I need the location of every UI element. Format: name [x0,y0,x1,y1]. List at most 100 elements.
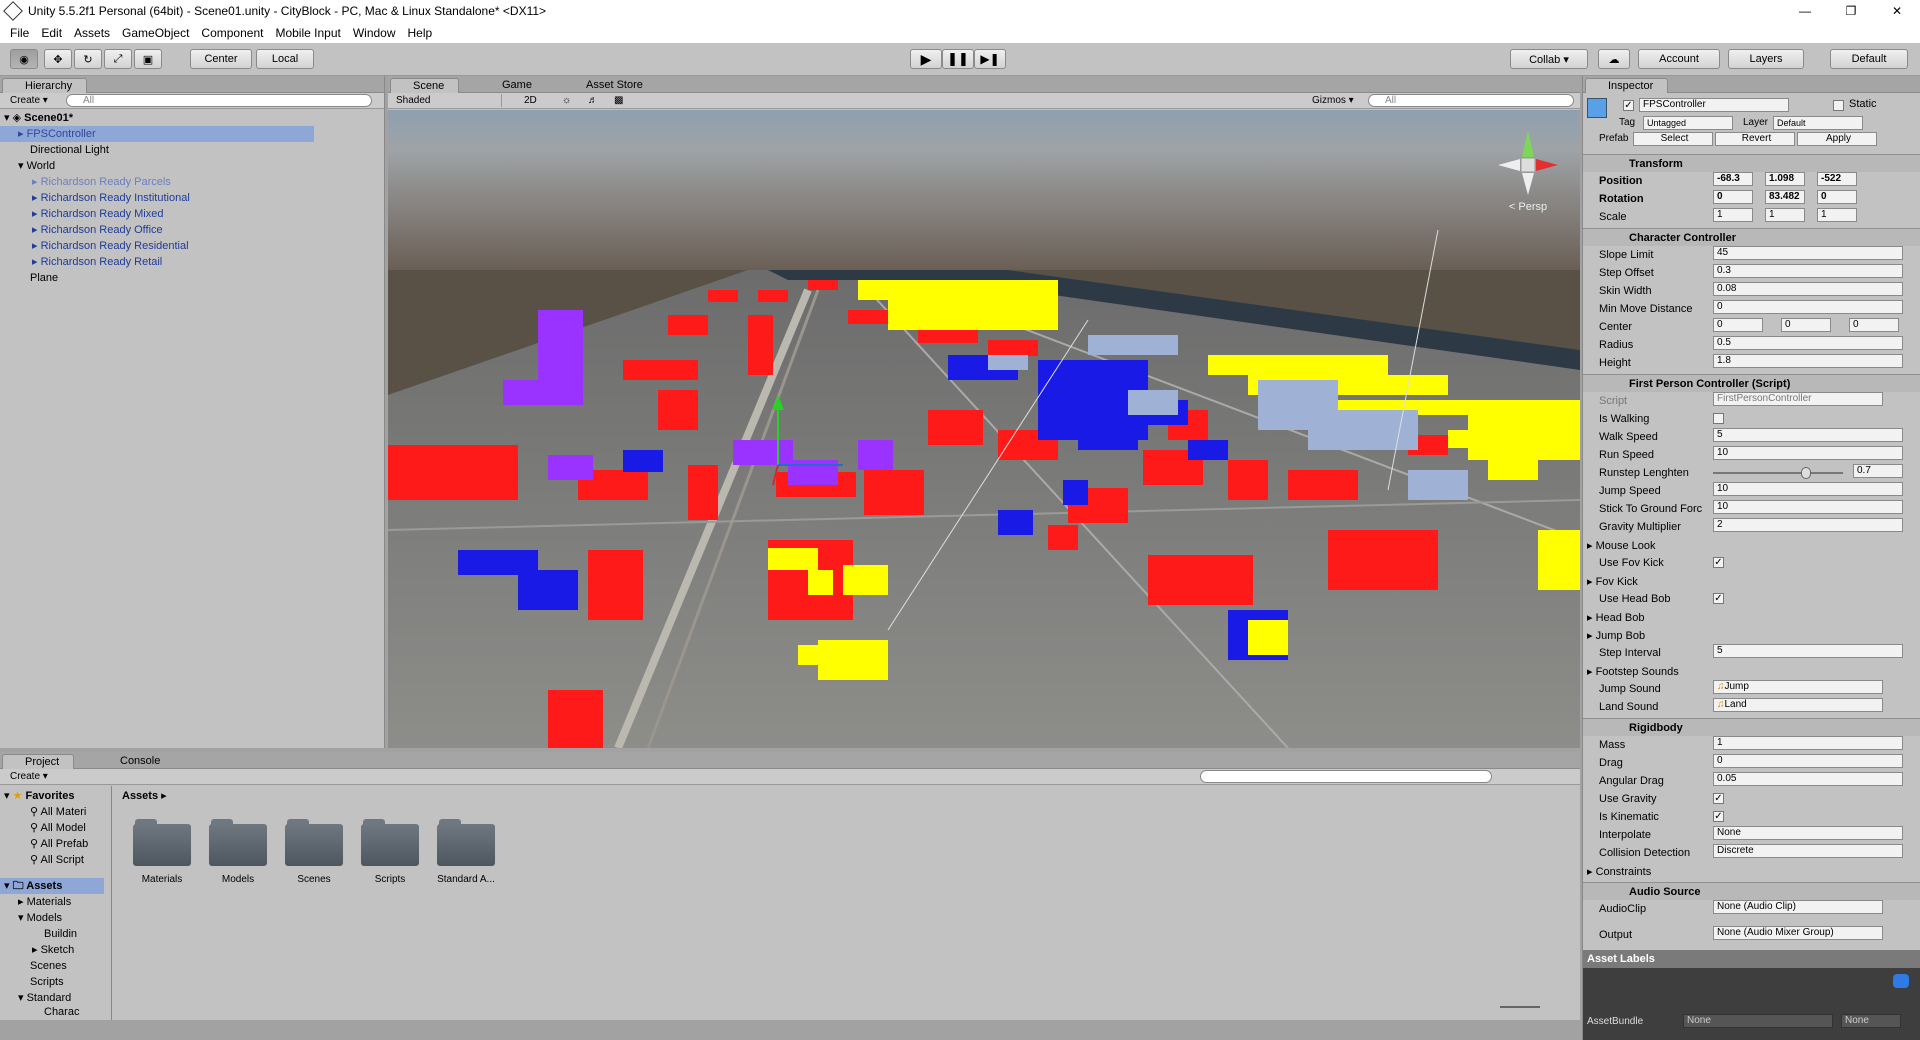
move-tool-button[interactable]: ✥ [44,49,72,69]
collision-dropdown[interactable]: Discrete [1713,844,1903,858]
step-interval-input[interactable]: 5 [1713,644,1903,658]
icon-size-slider[interactable] [1500,1006,1540,1008]
runstep-slider-handle[interactable] [1801,467,1811,479]
assets-root[interactable]: ▾ 🗀 Assets [0,878,104,894]
jump-bob-row[interactable]: ▸ Jump Bob [1583,626,1920,644]
audio-source-header[interactable]: Audio Source [1583,882,1920,900]
angular-drag-input[interactable]: 0.05 [1713,772,1903,786]
fav-all-prefabs[interactable]: ⚲ All Prefab [30,836,88,852]
rotation-x-input[interactable]: 0 [1713,190,1753,204]
asset-folder-models[interactable]: Models [208,819,268,885]
shading-mode-dropdown[interactable]: Shaded [392,94,502,107]
assets-breadcrumb[interactable]: Assets ▸ [122,788,167,804]
rotate-tool-button[interactable]: ↻ [74,49,102,69]
min-move-input[interactable]: 0 [1713,300,1903,314]
gravity-mult-input[interactable]: 2 [1713,518,1903,532]
favorites-header[interactable]: ▾ ★ Favorites [4,788,74,804]
account-dropdown[interactable]: Account [1638,49,1720,69]
audio-toggle-icon[interactable]: ♬ [584,94,602,107]
gizmos-dropdown[interactable]: Gizmos ▾ [1308,94,1358,107]
position-y-input[interactable]: 1.098 [1765,172,1805,186]
scale-y-input[interactable]: 1 [1765,208,1805,222]
tree-buildings[interactable]: Buildin [44,926,77,942]
hierarchy-item-fpscontroller[interactable]: ▸ FPSController [0,126,314,142]
walk-speed-input[interactable]: 5 [1713,428,1903,442]
script-field[interactable]: FirstPersonController [1713,392,1883,406]
fav-all-materials[interactable]: ⚲ All Materi [30,804,86,820]
tree-sketch[interactable]: ▸ Sketch [32,942,74,958]
layer-dropdown[interactable]: Default [1773,116,1863,130]
rotation-z-input[interactable]: 0 [1817,190,1857,204]
prefab-revert-button[interactable]: Revert [1715,132,1795,146]
constraints-row[interactable]: ▸ Constraints [1583,862,1920,880]
prefab-apply-button[interactable]: Apply [1797,132,1877,146]
menu-edit[interactable]: Edit [35,26,68,40]
layout-dropdown[interactable]: Default [1830,49,1908,69]
gameobject-name-input[interactable]: FPSController [1639,98,1789,112]
tab-console[interactable]: Console [98,754,174,769]
skin-width-input[interactable]: 0.08 [1713,282,1903,296]
persp-label[interactable]: < Persp [1509,201,1547,213]
tree-scenes[interactable]: Scenes [30,958,67,974]
hierarchy-create-button[interactable]: Create ▾ [6,94,52,107]
play-button[interactable]: ▶ [910,49,942,69]
tab-game[interactable]: Game [480,78,546,93]
center-x-input[interactable]: 0 [1713,318,1763,332]
effects-toggle-icon[interactable]: ▩ [610,94,627,107]
mass-input[interactable]: 1 [1713,736,1903,750]
tree-characters[interactable]: Charac [44,1004,79,1020]
hierarchy-item-plane[interactable]: Plane [30,270,58,286]
rect-tool-button[interactable]: ▣ [134,49,162,69]
minimize-button[interactable]: — [1782,0,1828,22]
rigidbody-header[interactable]: Rigidbody [1583,718,1920,736]
tab-hierarchy[interactable]: Hierarchy [2,78,88,93]
head-bob-row[interactable]: ▸ Head Bob [1583,608,1920,626]
maximize-button[interactable]: ❐ [1828,0,1874,22]
position-z-input[interactable]: -522 [1817,172,1857,186]
static-checkbox[interactable] [1833,100,1844,111]
step-button[interactable]: ▶❚ [974,49,1006,69]
2d-toggle-button[interactable]: 2D [520,94,541,107]
audio-clip-field[interactable]: None (Audio Clip) [1713,900,1883,914]
transform-header[interactable]: Transform [1583,154,1920,172]
fps-controller-header[interactable]: First Person Controller (Script) [1583,374,1920,392]
mouse-look-row[interactable]: ▸ Mouse Look [1583,536,1920,554]
tab-scene[interactable]: Scene [390,78,460,93]
land-sound-field[interactable]: ♫Land [1713,698,1883,712]
drag-input[interactable]: 0 [1713,754,1903,768]
position-x-input[interactable]: -68.3 [1713,172,1753,186]
output-field[interactable]: None (Audio Mixer Group) [1713,926,1883,940]
prefab-select-button[interactable]: Select [1633,132,1713,146]
pivot-center-button[interactable]: Center [190,49,252,69]
use-fov-checkbox[interactable]: ✓ [1713,557,1724,568]
scene-root-row[interactable]: ▾ ◈ Scene01* [0,110,384,126]
menu-assets[interactable]: Assets [68,26,116,40]
asset-folder-standard-assets[interactable]: Standard A... [436,819,496,885]
pause-button[interactable]: ❚❚ [942,49,974,69]
tree-materials[interactable]: ▸ Materials [18,894,71,910]
use-gravity-checkbox[interactable]: ✓ [1713,793,1724,804]
asset-labels-bar[interactable]: Asset Labels [1583,950,1920,968]
collab-button[interactable]: Collab ▾ [1510,49,1588,69]
jump-speed-input[interactable]: 10 [1713,482,1903,496]
center-y-input[interactable]: 0 [1781,318,1831,332]
asset-variant-dropdown[interactable]: None [1841,1014,1901,1028]
fav-all-models[interactable]: ⚲ All Model [30,820,86,836]
rotation-y-input[interactable]: 83.482 [1765,190,1805,204]
hierarchy-item-parcels[interactable]: ▸ Richardson Ready Parcels [32,174,171,190]
menu-help[interactable]: Help [402,26,439,40]
hierarchy-search-input[interactable]: All [66,94,372,107]
hierarchy-item-world[interactable]: ▾ World [18,158,55,174]
height-input[interactable]: 1.8 [1713,354,1903,368]
runstep-input[interactable]: 0.7 [1853,464,1903,478]
scene-viewport[interactable]: < Persp [388,110,1580,748]
hierarchy-item-office[interactable]: ▸ Richardson Ready Office [32,222,163,238]
tree-scripts[interactable]: Scripts [30,974,64,990]
tab-inspector[interactable]: Inspector [1585,78,1669,93]
layers-dropdown[interactable]: Layers [1728,49,1804,69]
cloud-button[interactable]: ☁ [1598,49,1630,69]
interpolate-dropdown[interactable]: None [1713,826,1903,840]
hierarchy-item-retail[interactable]: ▸ Richardson Ready Retail [32,254,162,270]
menu-component[interactable]: Component [195,26,269,40]
tag-dropdown[interactable]: Untagged [1643,116,1733,130]
